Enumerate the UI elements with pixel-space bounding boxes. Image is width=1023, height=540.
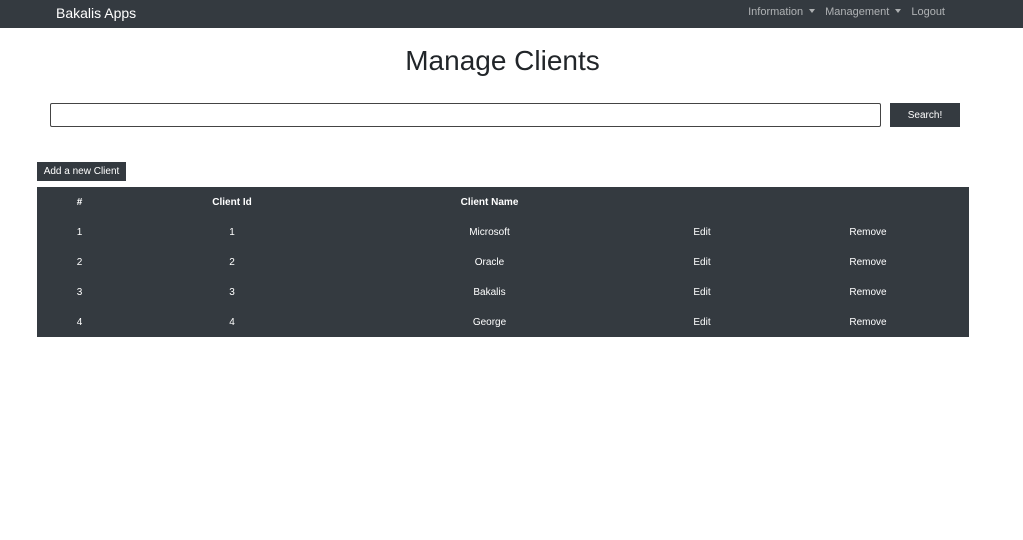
row-number: 4 [76, 316, 83, 328]
nav-management-dropdown[interactable]: Management [825, 5, 902, 19]
row-client-id: 3 [229, 286, 235, 298]
search-button[interactable]: Search! [890, 103, 960, 127]
table-row: 2 2 Oracle Edit Remove [37, 247, 969, 277]
row-client-name: George [472, 316, 507, 328]
remove-link[interactable]: Remove [767, 217, 969, 247]
header-client-id: Client Id [212, 196, 252, 208]
row-client-name: Bakalis [473, 286, 506, 298]
header-edit [637, 187, 767, 217]
nav-management-label: Management [825, 6, 890, 18]
row-client-id: 1 [229, 226, 235, 238]
row-number: 3 [76, 286, 83, 298]
search-input[interactable] [50, 103, 881, 127]
row-client-id: 2 [229, 256, 235, 268]
row-client-id: 4 [229, 316, 235, 328]
edit-link[interactable]: Edit [637, 307, 767, 337]
remove-link[interactable]: Remove [767, 307, 969, 337]
page-title: Manage Clients [405, 45, 600, 76]
table-row: 4 4 George Edit Remove [37, 307, 969, 337]
row-client-name: Oracle [474, 256, 505, 268]
nav-logout-link[interactable]: Logout [911, 5, 945, 19]
remove-link[interactable]: Remove [767, 277, 969, 307]
table-header-row: # Client Id Client Name [37, 187, 969, 217]
nav-links: Information Management Logout [748, 5, 945, 19]
edit-link[interactable]: Edit [637, 217, 767, 247]
caret-down-icon [809, 9, 816, 13]
edit-link[interactable]: Edit [637, 247, 767, 277]
row-number: 2 [76, 256, 83, 268]
row-client-name: Microsoft [469, 226, 510, 238]
header-number: # [76, 196, 83, 208]
table-row: 1 1 Microsoft Edit Remove [37, 217, 969, 247]
top-navbar: Bakalis Apps Information Management Logo… [0, 0, 1023, 28]
header-remove [767, 187, 969, 217]
remove-link[interactable]: Remove [767, 247, 969, 277]
caret-down-icon [895, 9, 902, 13]
row-number: 1 [76, 226, 83, 238]
header-client-name: Client Name [460, 196, 519, 208]
nav-information-dropdown[interactable]: Information [748, 5, 816, 19]
table-row: 3 3 Bakalis Edit Remove [37, 277, 969, 307]
edit-link[interactable]: Edit [637, 277, 767, 307]
nav-information-label: Information [748, 6, 804, 18]
brand-link[interactable]: Bakalis Apps [56, 4, 136, 22]
clients-table: # Client Id Client Name 1 1 Microsoft Ed… [37, 187, 969, 337]
add-client-button[interactable]: Add a new Client [37, 162, 126, 181]
